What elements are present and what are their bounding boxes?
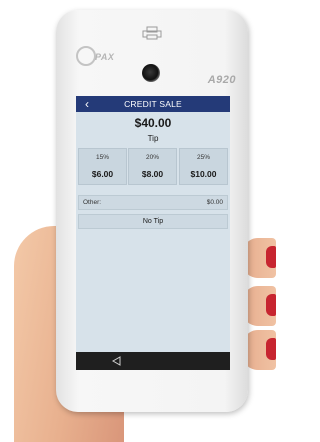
tip-option-15[interactable]: 15% $6.00 (78, 148, 127, 185)
other-tip-label: Other: (83, 199, 102, 206)
tip-value: $6.00 (91, 169, 114, 179)
tip-percent: 15% (95, 154, 109, 161)
model-label: A920 (207, 74, 236, 86)
title-bar: ‹ CREDIT SALE (76, 96, 230, 112)
printer-icon (142, 26, 162, 40)
screen: ‹ CREDIT SALE $40.00 Tip 15% $6.00 20% $… (76, 96, 230, 370)
other-tip-value: $0.00 (206, 199, 223, 206)
tip-option-25[interactable]: 25% $10.00 (179, 148, 228, 185)
android-nav-bar (76, 352, 230, 370)
other-tip-row[interactable]: Other: $0.00 (78, 195, 228, 210)
tip-value: $10.00 (190, 169, 217, 179)
tip-percent: 20% (145, 154, 159, 161)
tip-option-20[interactable]: 20% $8.00 (128, 148, 177, 185)
tip-value: $8.00 (141, 169, 164, 179)
tip-percent: 25% (196, 154, 210, 161)
camera-lens (142, 64, 160, 82)
brand-logo: PAX (76, 46, 122, 66)
nav-back-triangle-icon[interactable] (112, 356, 122, 366)
tip-heading: Tip (147, 134, 159, 143)
payment-terminal: PAX A920 ‹ CREDIT SALE $40.00 Tip 15% $6… (56, 10, 248, 412)
sale-amount: $40.00 (134, 116, 172, 130)
page-title: CREDIT SALE (124, 99, 182, 109)
no-tip-button[interactable]: No Tip (78, 214, 228, 229)
